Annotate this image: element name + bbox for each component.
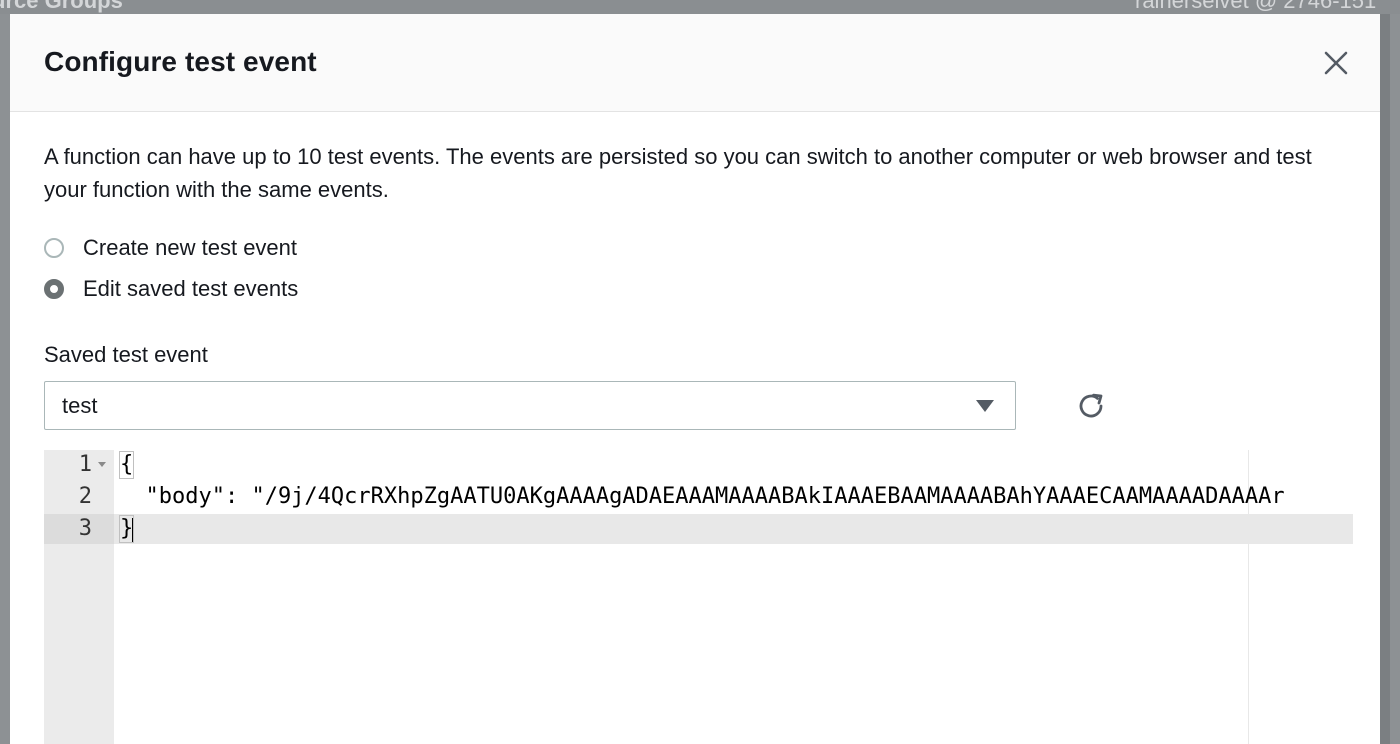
background-nav-text: urce Groups xyxy=(0,0,123,13)
configure-test-event-modal: Configure test event A function can have… xyxy=(10,14,1380,744)
radio-edit-saved-test-events[interactable]: Edit saved test events xyxy=(44,274,298,304)
radio-label: Create new test event xyxy=(83,235,298,260)
background-left-edge xyxy=(0,14,10,744)
code-line: "body": "/9j/4QcrRXhpZgAATU0AKgAAAAgADAE… xyxy=(119,484,1285,509)
select-value: test xyxy=(62,393,98,418)
radio-button-checked[interactable] xyxy=(44,279,64,299)
modal-title: Configure test event xyxy=(44,46,317,77)
caret-down-icon xyxy=(976,400,994,412)
line-number: 3 xyxy=(78,516,92,541)
json-code-editor[interactable]: 1 2 3 { "body": "/9j/4QcrRXhpZgAATU0AKgA… xyxy=(44,450,1353,744)
fold-arrow-icon[interactable] xyxy=(98,462,106,467)
saved-test-event-label: Saved test event xyxy=(44,342,208,367)
background-right-edge xyxy=(1390,14,1400,744)
refresh-icon xyxy=(1079,393,1103,418)
radio-create-new-test-event[interactable]: Create new test event xyxy=(44,233,297,263)
background-account-text: rainerselvet @ 2746-151 xyxy=(1135,0,1377,13)
text-cursor xyxy=(132,518,133,542)
line-number: 2 xyxy=(78,484,92,509)
radio-button[interactable] xyxy=(44,238,64,258)
modal-header: Configure test event xyxy=(10,14,1380,112)
background-page-header: urce Groups rainerselvet @ 2746-151 xyxy=(0,0,1400,14)
modal-description: A function can have up to 10 test events… xyxy=(44,144,1312,202)
line-number: 1 xyxy=(78,452,92,477)
close-button[interactable] xyxy=(1321,48,1351,78)
refresh-button[interactable] xyxy=(1076,390,1108,422)
active-line-highlight xyxy=(44,514,1353,544)
code-token-bracket: { xyxy=(119,451,135,479)
code-line: { xyxy=(119,450,135,480)
radio-label: Edit saved test events xyxy=(83,276,299,301)
close-icon xyxy=(1324,51,1348,75)
saved-test-event-select[interactable]: test xyxy=(44,381,1016,430)
